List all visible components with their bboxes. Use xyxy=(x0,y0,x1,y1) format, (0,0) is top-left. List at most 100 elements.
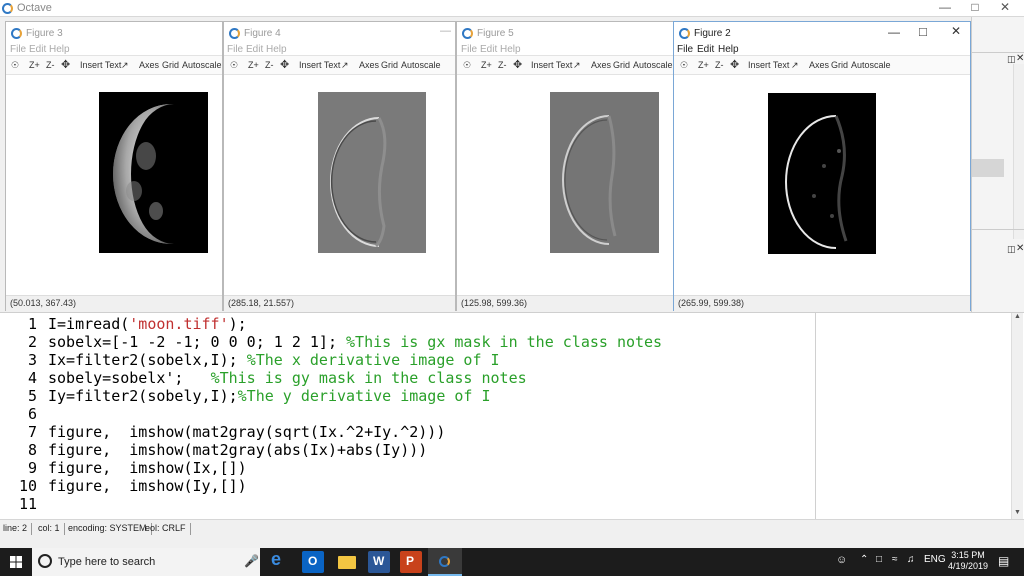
rotate-icon[interactable]: ☉ xyxy=(230,60,238,71)
scrollbar-thumb[interactable] xyxy=(972,159,1004,177)
microphone-icon[interactable]: 🎤 xyxy=(244,554,259,568)
search-input[interactable]: Type here to search xyxy=(58,556,155,568)
menu-help[interactable]: Help xyxy=(500,44,521,55)
file-explorer-icon[interactable] xyxy=(336,551,358,573)
zoom-out-button[interactable]: Z- xyxy=(265,60,274,70)
code-line[interactable]: Ix=filter2(sobelx,I); %The x derivative … xyxy=(48,351,500,369)
code-line[interactable]: Iy=filter2(sobely,I);%The y derivative i… xyxy=(48,387,491,405)
menu-edit[interactable]: Edit xyxy=(480,44,497,55)
minimize-icon[interactable]: — xyxy=(888,25,900,39)
menu-file[interactable]: File xyxy=(677,44,693,55)
figure-titlebar[interactable]: Figure 2 — □ ✕ xyxy=(674,22,970,44)
menu-edit[interactable]: Edit xyxy=(246,44,263,55)
select-pointer-icon[interactable]: ↗ xyxy=(121,60,129,71)
zoom-out-button[interactable]: Z- xyxy=(498,60,507,70)
minimize-icon[interactable]: — xyxy=(930,0,960,16)
language-indicator[interactable]: ENG xyxy=(924,554,946,565)
volume-icon[interactable]: ♫ xyxy=(907,554,915,565)
figure-window-4[interactable]: Figure 4 — File Edit Help ☉ Z+ Z- ✥ Inse… xyxy=(223,21,456,311)
clock[interactable]: 3:15 PM 4/19/2019 xyxy=(948,550,988,572)
close-panel-icon[interactable]: ✕ xyxy=(1016,53,1024,64)
figure-window-3[interactable]: Figure 3 File Edit Help ☉ Z+ Z- ✥ Insert… xyxy=(5,21,223,311)
scroll-up-icon[interactable]: ▲ xyxy=(1014,313,1021,320)
grid-button[interactable]: Grid xyxy=(162,60,179,70)
code-line[interactable]: figure, imshow(mat2gray(sqrt(Ix.^2+Iy.^2… xyxy=(48,423,445,441)
axes-button[interactable]: Axes xyxy=(139,60,159,70)
menu-file[interactable]: File xyxy=(227,44,243,55)
figure-canvas[interactable] xyxy=(457,76,673,295)
zoom-out-button[interactable]: Z- xyxy=(46,60,55,70)
axes-button[interactable]: Axes xyxy=(591,60,611,70)
pan-icon[interactable]: ✥ xyxy=(730,58,739,71)
tray-overflow-icon[interactable]: ⌃ xyxy=(860,554,868,565)
rotate-icon[interactable]: ☉ xyxy=(463,60,471,71)
editor-vertical-scrollbar[interactable]: ▲ ▼ xyxy=(1011,313,1023,520)
axes-button[interactable]: Axes xyxy=(809,60,829,70)
select-pointer-icon[interactable]: ↗ xyxy=(791,60,799,71)
zoom-in-button[interactable]: Z+ xyxy=(29,60,40,70)
figure-canvas[interactable] xyxy=(674,76,970,295)
figure-titlebar[interactable]: Figure 3 xyxy=(6,22,222,44)
grid-button[interactable]: Grid xyxy=(831,60,848,70)
menu-help[interactable]: Help xyxy=(718,44,739,55)
close-icon[interactable]: ✕ xyxy=(951,24,961,38)
axes-button[interactable]: Axes xyxy=(359,60,379,70)
select-pointer-icon[interactable]: ↗ xyxy=(341,60,349,71)
code-line[interactable]: figure, imshow(Ix,[]) xyxy=(48,459,247,477)
select-pointer-icon[interactable]: ↗ xyxy=(573,60,581,71)
menu-edit[interactable]: Edit xyxy=(697,44,714,55)
maximize-icon[interactable]: □ xyxy=(919,24,927,39)
notification-center-icon[interactable]: ▤ xyxy=(998,554,1009,568)
pan-icon[interactable]: ✥ xyxy=(513,58,522,71)
taskbar-search-box[interactable]: Type here to search 🎤 xyxy=(32,548,260,576)
rotate-icon[interactable]: ☉ xyxy=(11,60,19,71)
grid-button[interactable]: Grid xyxy=(613,60,630,70)
figure-titlebar[interactable]: Figure 5 xyxy=(457,22,673,44)
rotate-icon[interactable]: ☉ xyxy=(680,60,688,71)
maximize-icon[interactable]: □ xyxy=(960,0,990,16)
figure-window-2[interactable]: Figure 2 — □ ✕ File Edit Help ☉ Z+ Z- ✥ … xyxy=(673,21,971,311)
wifi-icon[interactable]: ≈ xyxy=(892,554,898,565)
zoom-in-button[interactable]: Z+ xyxy=(248,60,259,70)
network-icon[interactable]: □ xyxy=(876,554,882,565)
autoscale-button[interactable]: Autoscale xyxy=(401,60,441,70)
outlook-icon[interactable]: O xyxy=(302,551,324,573)
close-icon[interactable]: ✕ xyxy=(990,0,1020,16)
octave-taskbar-button[interactable] xyxy=(428,548,462,576)
people-icon[interactable]: ☺ xyxy=(836,554,847,566)
insert-text-button[interactable]: Insert Text xyxy=(531,60,572,70)
menu-file[interactable]: File xyxy=(461,44,477,55)
powerpoint-icon[interactable]: P xyxy=(400,551,422,573)
pan-icon[interactable]: ✥ xyxy=(61,58,70,71)
figure-titlebar[interactable]: Figure 4 — xyxy=(224,22,455,44)
edge-icon[interactable]: e xyxy=(268,549,290,573)
vertical-scrollbar[interactable] xyxy=(1013,64,1024,239)
pan-icon[interactable]: ✥ xyxy=(280,58,289,71)
code-line[interactable]: I=imread('moon.tiff'); xyxy=(48,315,247,333)
code-line[interactable]: sobely=sobelx'; %This is gy mask in the … xyxy=(48,369,527,387)
grid-button[interactable]: Grid xyxy=(381,60,398,70)
undock-icon[interactable]: ◫ xyxy=(1007,244,1016,255)
minimize-icon[interactable]: — xyxy=(440,25,451,37)
autoscale-button[interactable]: Autoscale xyxy=(182,60,222,70)
code-line[interactable]: figure, imshow(mat2gray(abs(Ix)+abs(Iy))… xyxy=(48,441,427,459)
figure-window-5[interactable]: Figure 5 File Edit Help ☉ Z+ Z- ✥ Insert… xyxy=(456,21,674,311)
close-panel-icon[interactable]: ✕ xyxy=(1016,243,1024,254)
zoom-in-button[interactable]: Z+ xyxy=(481,60,492,70)
windows-start-icon[interactable] xyxy=(10,556,22,568)
autoscale-button[interactable]: Autoscale xyxy=(633,60,673,70)
zoom-in-button[interactable]: Z+ xyxy=(698,60,709,70)
zoom-out-button[interactable]: Z- xyxy=(715,60,724,70)
insert-text-button[interactable]: Insert Text xyxy=(299,60,340,70)
code-line[interactable]: sobelx=[-1 -2 -1; 0 0 0; 1 2 1]; %This i… xyxy=(48,333,662,351)
insert-text-button[interactable]: Insert Text xyxy=(748,60,789,70)
code-line[interactable]: figure, imshow(Iy,[]) xyxy=(48,477,247,495)
menu-help[interactable]: Help xyxy=(266,44,287,55)
insert-text-button[interactable]: Insert Text xyxy=(80,60,121,70)
code-editor[interactable]: 1 2 3 4 5 6 7 8 9 10 11 I=imread('moon.t… xyxy=(0,312,1024,520)
figure-canvas[interactable] xyxy=(224,76,455,295)
figure-canvas[interactable] xyxy=(6,76,222,295)
menu-file[interactable]: File xyxy=(10,44,26,55)
autoscale-button[interactable]: Autoscale xyxy=(851,60,891,70)
scroll-down-icon[interactable]: ▼ xyxy=(1014,509,1021,516)
